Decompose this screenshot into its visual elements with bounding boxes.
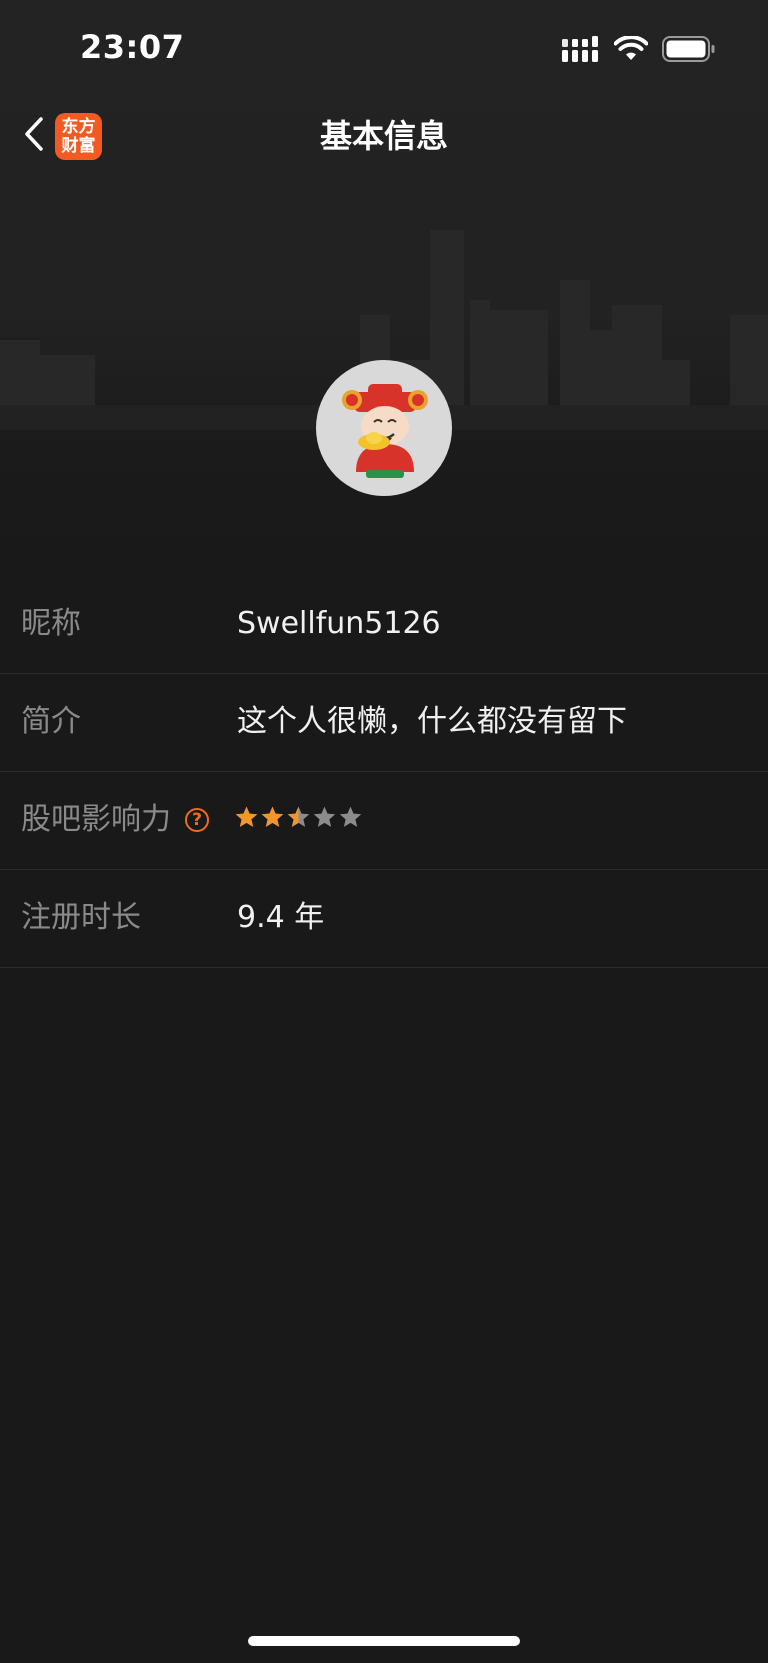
star-icon [313, 806, 336, 827]
help-icon[interactable]: ? [185, 808, 209, 832]
app-logo-icon[interactable]: 东方 财富 [55, 113, 102, 160]
chevron-left-icon [22, 116, 46, 156]
star-icon [339, 806, 362, 827]
influence-row: 股吧影响力 ? [0, 772, 768, 870]
avatar[interactable] [316, 360, 452, 496]
profile-info-list: 昵称 Swellfun5126 简介 这个人很懒，什么都没有留下 股吧影响力 ?… [0, 576, 768, 968]
home-indicator[interactable] [248, 1636, 520, 1646]
signal-icon [562, 36, 600, 66]
bio-label: 简介 [21, 704, 81, 739]
register-duration-label: 注册时长 [21, 900, 141, 935]
battery-icon [662, 36, 716, 66]
page-title: 基本信息 [319, 117, 448, 155]
register-duration-row: 注册时长 9.4 年 [0, 870, 768, 968]
register-duration-value: 9.4 年 [237, 900, 325, 935]
status-time: 23:07 [80, 28, 185, 66]
nickname-value: Swellfun5126 [237, 606, 441, 641]
navigation-bar: 基本信息 东方 财富 [0, 100, 768, 172]
influence-label: 股吧影响力 [21, 802, 171, 837]
wifi-icon [613, 35, 649, 66]
status-icons [562, 35, 716, 66]
bio-row: 简介 这个人很懒，什么都没有留下 [0, 674, 768, 772]
star-icon [261, 806, 284, 827]
bio-value: 这个人很懒，什么都没有留下 [237, 704, 627, 739]
nickname-row: 昵称 Swellfun5126 [0, 576, 768, 674]
star-icon [287, 806, 310, 827]
influence-label-group: 股吧影响力 ? [21, 772, 209, 868]
logo-text-bottom: 财富 [61, 135, 96, 156]
influence-rating [234, 805, 363, 830]
nickname-label: 昵称 [21, 606, 81, 641]
back-button[interactable] [12, 114, 56, 158]
logo-text-top: 东方 [61, 116, 96, 137]
star-icon [235, 806, 258, 827]
god-of-wealth-avatar-icon [342, 384, 428, 478]
